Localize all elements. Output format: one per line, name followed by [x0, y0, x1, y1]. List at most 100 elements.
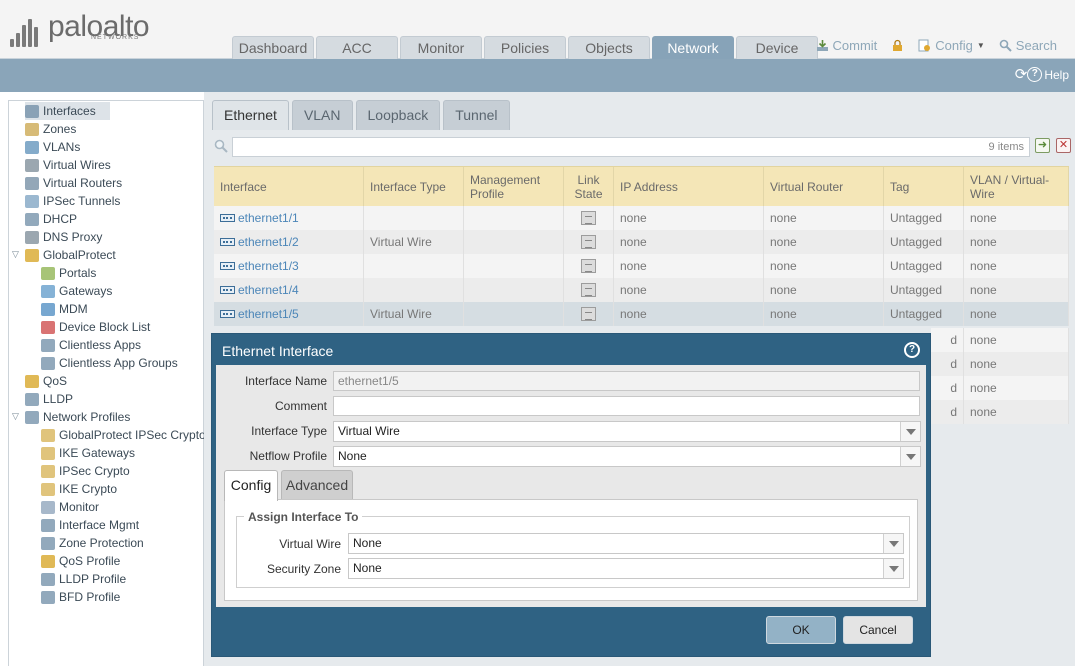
netflow-profile-select[interactable]: None	[333, 446, 921, 467]
tab-ethernet[interactable]: Ethernet	[212, 100, 289, 130]
table-row[interactable]: d none	[931, 400, 1069, 424]
sidebar-item-ike-gateways[interactable]: IKE Gateways	[41, 444, 135, 462]
chevron-down-icon[interactable]	[883, 534, 903, 553]
sidebar-item-mdm[interactable]: MDM	[41, 300, 88, 318]
sidebar-item-virtual-wires[interactable]: Virtual Wires	[25, 156, 111, 174]
sidebar-item-qos-profile[interactable]: QoS Profile	[41, 552, 120, 570]
sidebar-item-zone-protection[interactable]: Zone Protection	[41, 534, 144, 552]
sidebar-item-interfaces[interactable]: Interfaces	[25, 102, 110, 120]
tab-network[interactable]: Network	[652, 36, 734, 59]
security-zone-select[interactable]: None	[348, 558, 904, 579]
column-header[interactable]: Interface	[214, 167, 364, 206]
interface-cell[interactable]: ethernet1/5	[214, 302, 364, 326]
table-row[interactable]: ethernet1/4 none none Untagged none	[214, 278, 1069, 302]
commit-button[interactable]: Commit	[816, 38, 877, 53]
sidebar-item-gateways[interactable]: Gateways	[41, 282, 112, 300]
sidebar-item-bfd-profile[interactable]: BFD Profile	[41, 588, 120, 606]
tab-acc[interactable]: ACC	[316, 36, 398, 59]
vr-cell: none	[764, 254, 884, 278]
column-header[interactable]: Link State	[564, 167, 614, 206]
sidebar-item-globalprotect-ipsec-crypto[interactable]: GlobalProtect IPSec Crypto	[41, 426, 206, 444]
tab-loopback[interactable]: Loopback	[355, 100, 441, 130]
vlan-cell: none	[964, 352, 1069, 376]
sidebar-item-label: Interfaces	[43, 104, 96, 118]
table-row[interactable]: ethernet1/3 none none Untagged none	[214, 254, 1069, 278]
sidebar-item-lldp[interactable]: LLDP	[25, 390, 73, 408]
column-header[interactable]: VLAN / Virtual-Wire	[964, 167, 1069, 206]
tab-config[interactable]: Config	[224, 470, 278, 501]
sidebar-item-clientless-apps[interactable]: Clientless Apps	[41, 336, 141, 354]
lldp-profile-icon	[41, 572, 55, 586]
tab-advanced[interactable]: Advanced	[281, 470, 353, 500]
table-row[interactable]: ethernet1/1 none none Untagged none	[214, 206, 1069, 230]
sidebar-item-network-profiles[interactable]: Network Profiles	[25, 408, 130, 426]
apply-filter-button[interactable]: ➜	[1035, 138, 1050, 153]
sidebar-item-portals[interactable]: Portals	[41, 264, 96, 282]
table-row[interactable]: d none	[931, 328, 1069, 352]
chevron-down-icon[interactable]	[900, 447, 920, 466]
sidebar-item-vlans[interactable]: VLANs	[25, 138, 80, 156]
interface-name-field[interactable]: ethernet1/5	[333, 371, 920, 391]
sidebar-item-monitor[interactable]: Monitor	[41, 498, 99, 516]
sidebar-item-zones[interactable]: Zones	[25, 120, 76, 138]
sidebar-item-lldp-profile[interactable]: LLDP Profile	[41, 570, 126, 588]
vr-cell: none	[764, 206, 884, 230]
dns-proxy-icon	[25, 230, 39, 244]
table-row[interactable]: d none	[931, 376, 1069, 400]
interface-link[interactable]: ethernet1/2	[238, 235, 299, 249]
table-row[interactable]: ethernet1/5 Virtual Wire none none Untagged n…	[214, 302, 1069, 326]
clear-filter-button[interactable]: ✕	[1056, 138, 1071, 153]
interface-link[interactable]: ethernet1/5	[238, 307, 299, 321]
tab-vlan[interactable]: VLAN	[291, 100, 353, 130]
column-header[interactable]: Tag	[884, 167, 964, 206]
sidebar-item-dhcp[interactable]: DHCP	[25, 210, 77, 228]
sidebar-item-virtual-routers[interactable]: Virtual Routers	[25, 174, 122, 192]
tab-dashboard[interactable]: Dashboard	[232, 36, 314, 59]
expand-toggle-icon[interactable]: ▽	[12, 411, 19, 422]
config-label: Config	[935, 38, 973, 53]
help-button[interactable]: ? Help	[1027, 67, 1069, 82]
sidebar-item-globalprotect[interactable]: GlobalProtect	[25, 246, 116, 264]
chevron-down-icon[interactable]	[883, 559, 903, 578]
sidebar-item-ike-crypto[interactable]: IKE Crypto	[41, 480, 117, 498]
search-button[interactable]: Search	[999, 38, 1057, 53]
interface-link[interactable]: ethernet1/4	[238, 283, 299, 297]
interface-cell[interactable]: ethernet1/2	[214, 230, 364, 254]
filter-input[interactable]: 9 items	[232, 137, 1030, 157]
portals-icon	[41, 266, 55, 280]
comment-field[interactable]	[333, 396, 920, 416]
tab-tunnel[interactable]: Tunnel	[443, 100, 510, 130]
table-row[interactable]: ethernet1/2 Virtual Wire none none Untagged n…	[214, 230, 1069, 254]
tab-policies[interactable]: Policies	[484, 36, 566, 59]
sidebar-item-dns-proxy[interactable]: DNS Proxy	[25, 228, 102, 246]
interface-cell[interactable]: ethernet1/1	[214, 206, 364, 230]
column-header[interactable]: IP Address	[614, 167, 764, 206]
sidebar-item-ipsec-tunnels[interactable]: IPSec Tunnels	[25, 192, 120, 210]
lock-button[interactable]	[891, 39, 904, 52]
interface-cell[interactable]: ethernet1/4	[214, 278, 364, 302]
column-header[interactable]: Interface Type	[364, 167, 464, 206]
sidebar-item-ipsec-crypto[interactable]: IPSec Crypto	[41, 462, 130, 480]
cancel-button[interactable]: Cancel	[843, 616, 913, 644]
sidebar-item-clientless-app-groups[interactable]: Clientless App Groups	[41, 354, 178, 372]
chevron-down-icon[interactable]	[900, 422, 920, 441]
sidebar-item-device-block-list[interactable]: Device Block List	[41, 318, 150, 336]
sidebar-item-interface-mgmt[interactable]: Interface Mgmt	[41, 516, 139, 534]
interface-type-select[interactable]: Virtual Wire	[333, 421, 921, 442]
expand-toggle-icon[interactable]: ▽	[12, 249, 19, 260]
column-header[interactable]: Virtual Router	[764, 167, 884, 206]
netflow-profile-label: Netflow Profile	[249, 449, 327, 463]
config-menu[interactable]: Config ▼	[918, 38, 985, 53]
column-header[interactable]: Management Profile	[464, 167, 564, 206]
tab-monitor[interactable]: Monitor	[400, 36, 482, 59]
table-row[interactable]: d none	[931, 352, 1069, 376]
ok-button[interactable]: OK	[766, 616, 836, 644]
sidebar-item-qos[interactable]: QoS	[25, 372, 67, 390]
interface-cell[interactable]: ethernet1/3	[214, 254, 364, 278]
interface-link[interactable]: ethernet1/3	[238, 259, 299, 273]
dialog-help-icon[interactable]: ?	[904, 342, 920, 358]
tab-objects[interactable]: Objects	[568, 36, 650, 59]
tab-device[interactable]: Device	[736, 36, 818, 59]
virtual-wire-select[interactable]: None	[348, 533, 904, 554]
interface-link[interactable]: ethernet1/1	[238, 211, 299, 225]
